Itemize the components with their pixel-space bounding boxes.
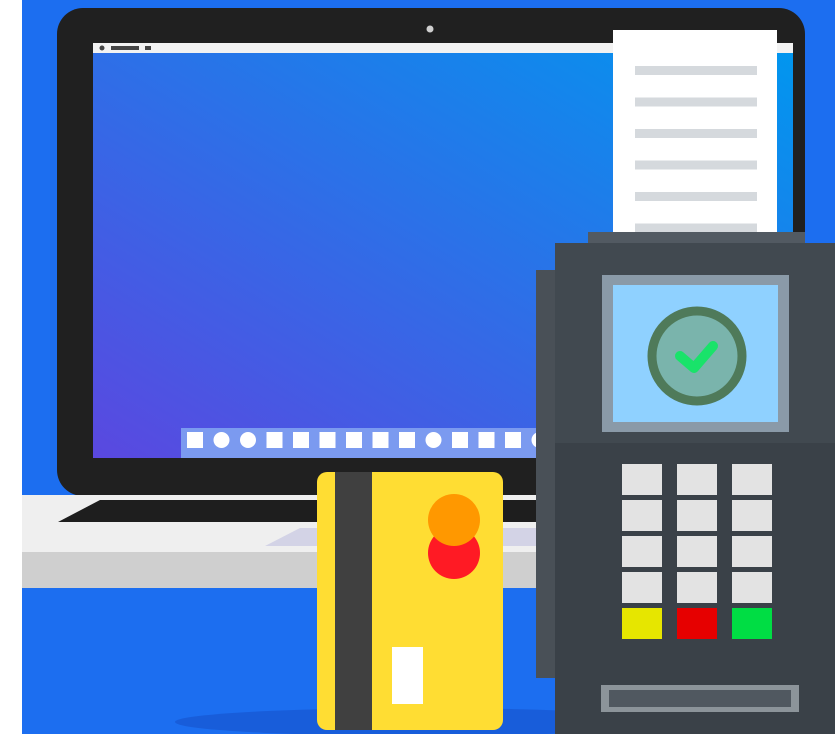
terminal-keypad xyxy=(622,464,772,639)
receipt xyxy=(613,30,777,262)
keypad-key-gray xyxy=(732,536,772,567)
dock-app-icon xyxy=(187,432,203,448)
keypad-key-gray xyxy=(622,500,662,531)
dock-app-icon xyxy=(478,432,495,448)
dock-app-icon xyxy=(213,432,230,448)
receipt-line xyxy=(635,192,757,201)
camera-icon xyxy=(426,25,434,33)
card-reader-slot-inner xyxy=(609,690,791,707)
keypad-key-gray xyxy=(677,572,717,603)
card-logo-orange-circle xyxy=(428,494,480,546)
dock-app-icon xyxy=(240,432,256,448)
receipt-line xyxy=(635,97,757,107)
check-icon xyxy=(647,306,747,406)
payment-terminal-icon xyxy=(536,232,835,734)
keypad-key-gray xyxy=(732,572,772,603)
keypad-key-red xyxy=(677,608,717,639)
dock-app-icon xyxy=(266,432,283,448)
keypad-key-gray xyxy=(622,464,662,495)
menu-bar-item xyxy=(111,46,139,50)
keypad-key-gray xyxy=(677,464,717,495)
keypad-key-gray xyxy=(732,500,772,531)
dock-app-icon xyxy=(346,432,362,448)
keypad-key-gray xyxy=(622,536,662,567)
card-magnetic-stripe xyxy=(335,472,372,730)
keypad-key-gray xyxy=(677,536,717,567)
dock-app-icon xyxy=(399,432,415,448)
keypad-key-green xyxy=(732,608,772,639)
dock-app-icon xyxy=(452,432,468,448)
illustration-canvas xyxy=(22,0,835,734)
receipt-line xyxy=(635,223,757,233)
keypad-key-gray xyxy=(732,464,772,495)
check-ring xyxy=(647,306,747,406)
dock-app-icon xyxy=(425,432,442,448)
keypad-key-gray xyxy=(677,500,717,531)
dock-app-icon xyxy=(293,432,309,448)
card-chip xyxy=(392,647,423,704)
receipt-line xyxy=(635,160,757,170)
dock-app-icon xyxy=(372,432,389,448)
payment-illustration xyxy=(0,0,835,734)
dock-app-icon xyxy=(319,432,336,448)
menu-bar-item xyxy=(145,46,151,50)
receipt-line xyxy=(635,129,757,138)
menu-bar-dot-icon xyxy=(99,45,105,51)
dock-app-icon xyxy=(505,432,521,448)
keypad-key-yellow xyxy=(622,608,662,639)
credit-card-icon xyxy=(317,472,503,730)
receipt-line xyxy=(635,66,757,75)
keypad-key-gray xyxy=(622,572,662,603)
